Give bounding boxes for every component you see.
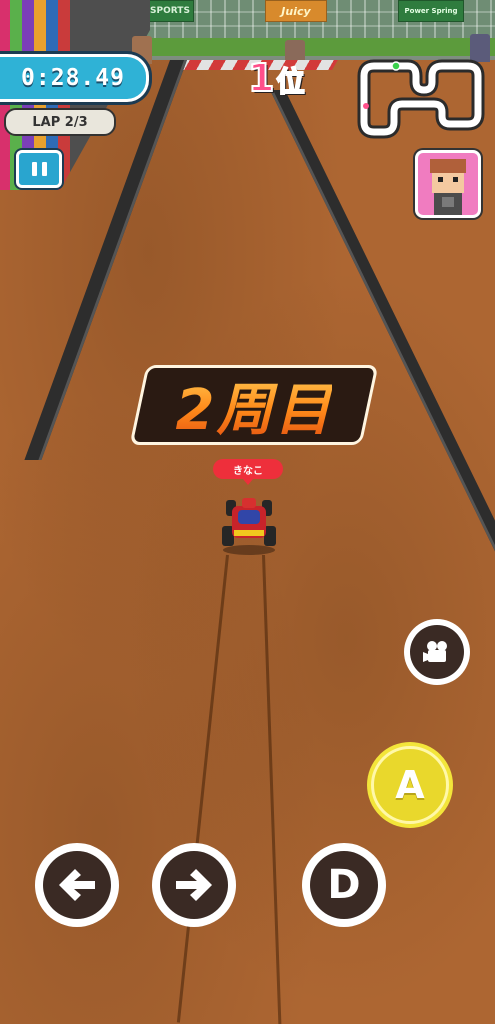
accelerate-button[interactable]: A xyxy=(367,742,453,828)
lap-announcement: 2周目 xyxy=(129,365,379,446)
drift-button-label: D xyxy=(327,862,361,908)
race-timer-text: 0:28.49 xyxy=(21,65,125,91)
race-position-unit: 位 xyxy=(275,64,305,99)
steer-right-button-face xyxy=(159,850,229,920)
camera-button-face xyxy=(409,624,465,680)
accelerate-button-face: A xyxy=(370,745,450,825)
character-portrait-icon xyxy=(430,159,466,215)
rival-avatar xyxy=(415,150,481,218)
pause-button[interactable] xyxy=(16,150,62,188)
video-camera-icon xyxy=(422,640,447,662)
accelerate-button-label: A xyxy=(395,762,425,807)
drift-button[interactable]: D xyxy=(302,843,386,927)
camera-button[interactable] xyxy=(404,619,470,685)
lap-counter: LAP 2/3 xyxy=(4,108,116,136)
sponsor-banner-power-spring: Power Spring xyxy=(398,0,464,22)
player-name-tag: きなこ xyxy=(213,459,283,485)
race-position-number: 1 xyxy=(247,55,275,101)
minimap-opponent-marker xyxy=(363,103,369,109)
sponsor-banner-juicy: Juicy xyxy=(265,0,327,22)
player-kart xyxy=(222,498,276,555)
steer-left-button-face xyxy=(42,850,112,920)
minimap-player-marker xyxy=(391,61,401,71)
pause-icon xyxy=(31,162,37,176)
race-timer: 0:28.49 xyxy=(0,54,149,102)
pause-icon-bar xyxy=(41,162,47,176)
sponsor-banner-sports: SPORTS xyxy=(146,0,194,22)
drift-button-face: D xyxy=(309,850,379,920)
game-screen: SPORTS Juicy Power Spring 0:28.49 LAP 2/… xyxy=(0,0,495,1024)
arrow-right-icon xyxy=(176,869,212,901)
arrow-left-icon xyxy=(59,869,95,901)
lap-announcement-text: 2周目 xyxy=(176,365,333,446)
race-position: 1 位 xyxy=(247,55,305,101)
track-minimap xyxy=(357,59,485,139)
steer-right-button[interactable] xyxy=(152,843,236,927)
steer-left-button[interactable] xyxy=(35,843,119,927)
